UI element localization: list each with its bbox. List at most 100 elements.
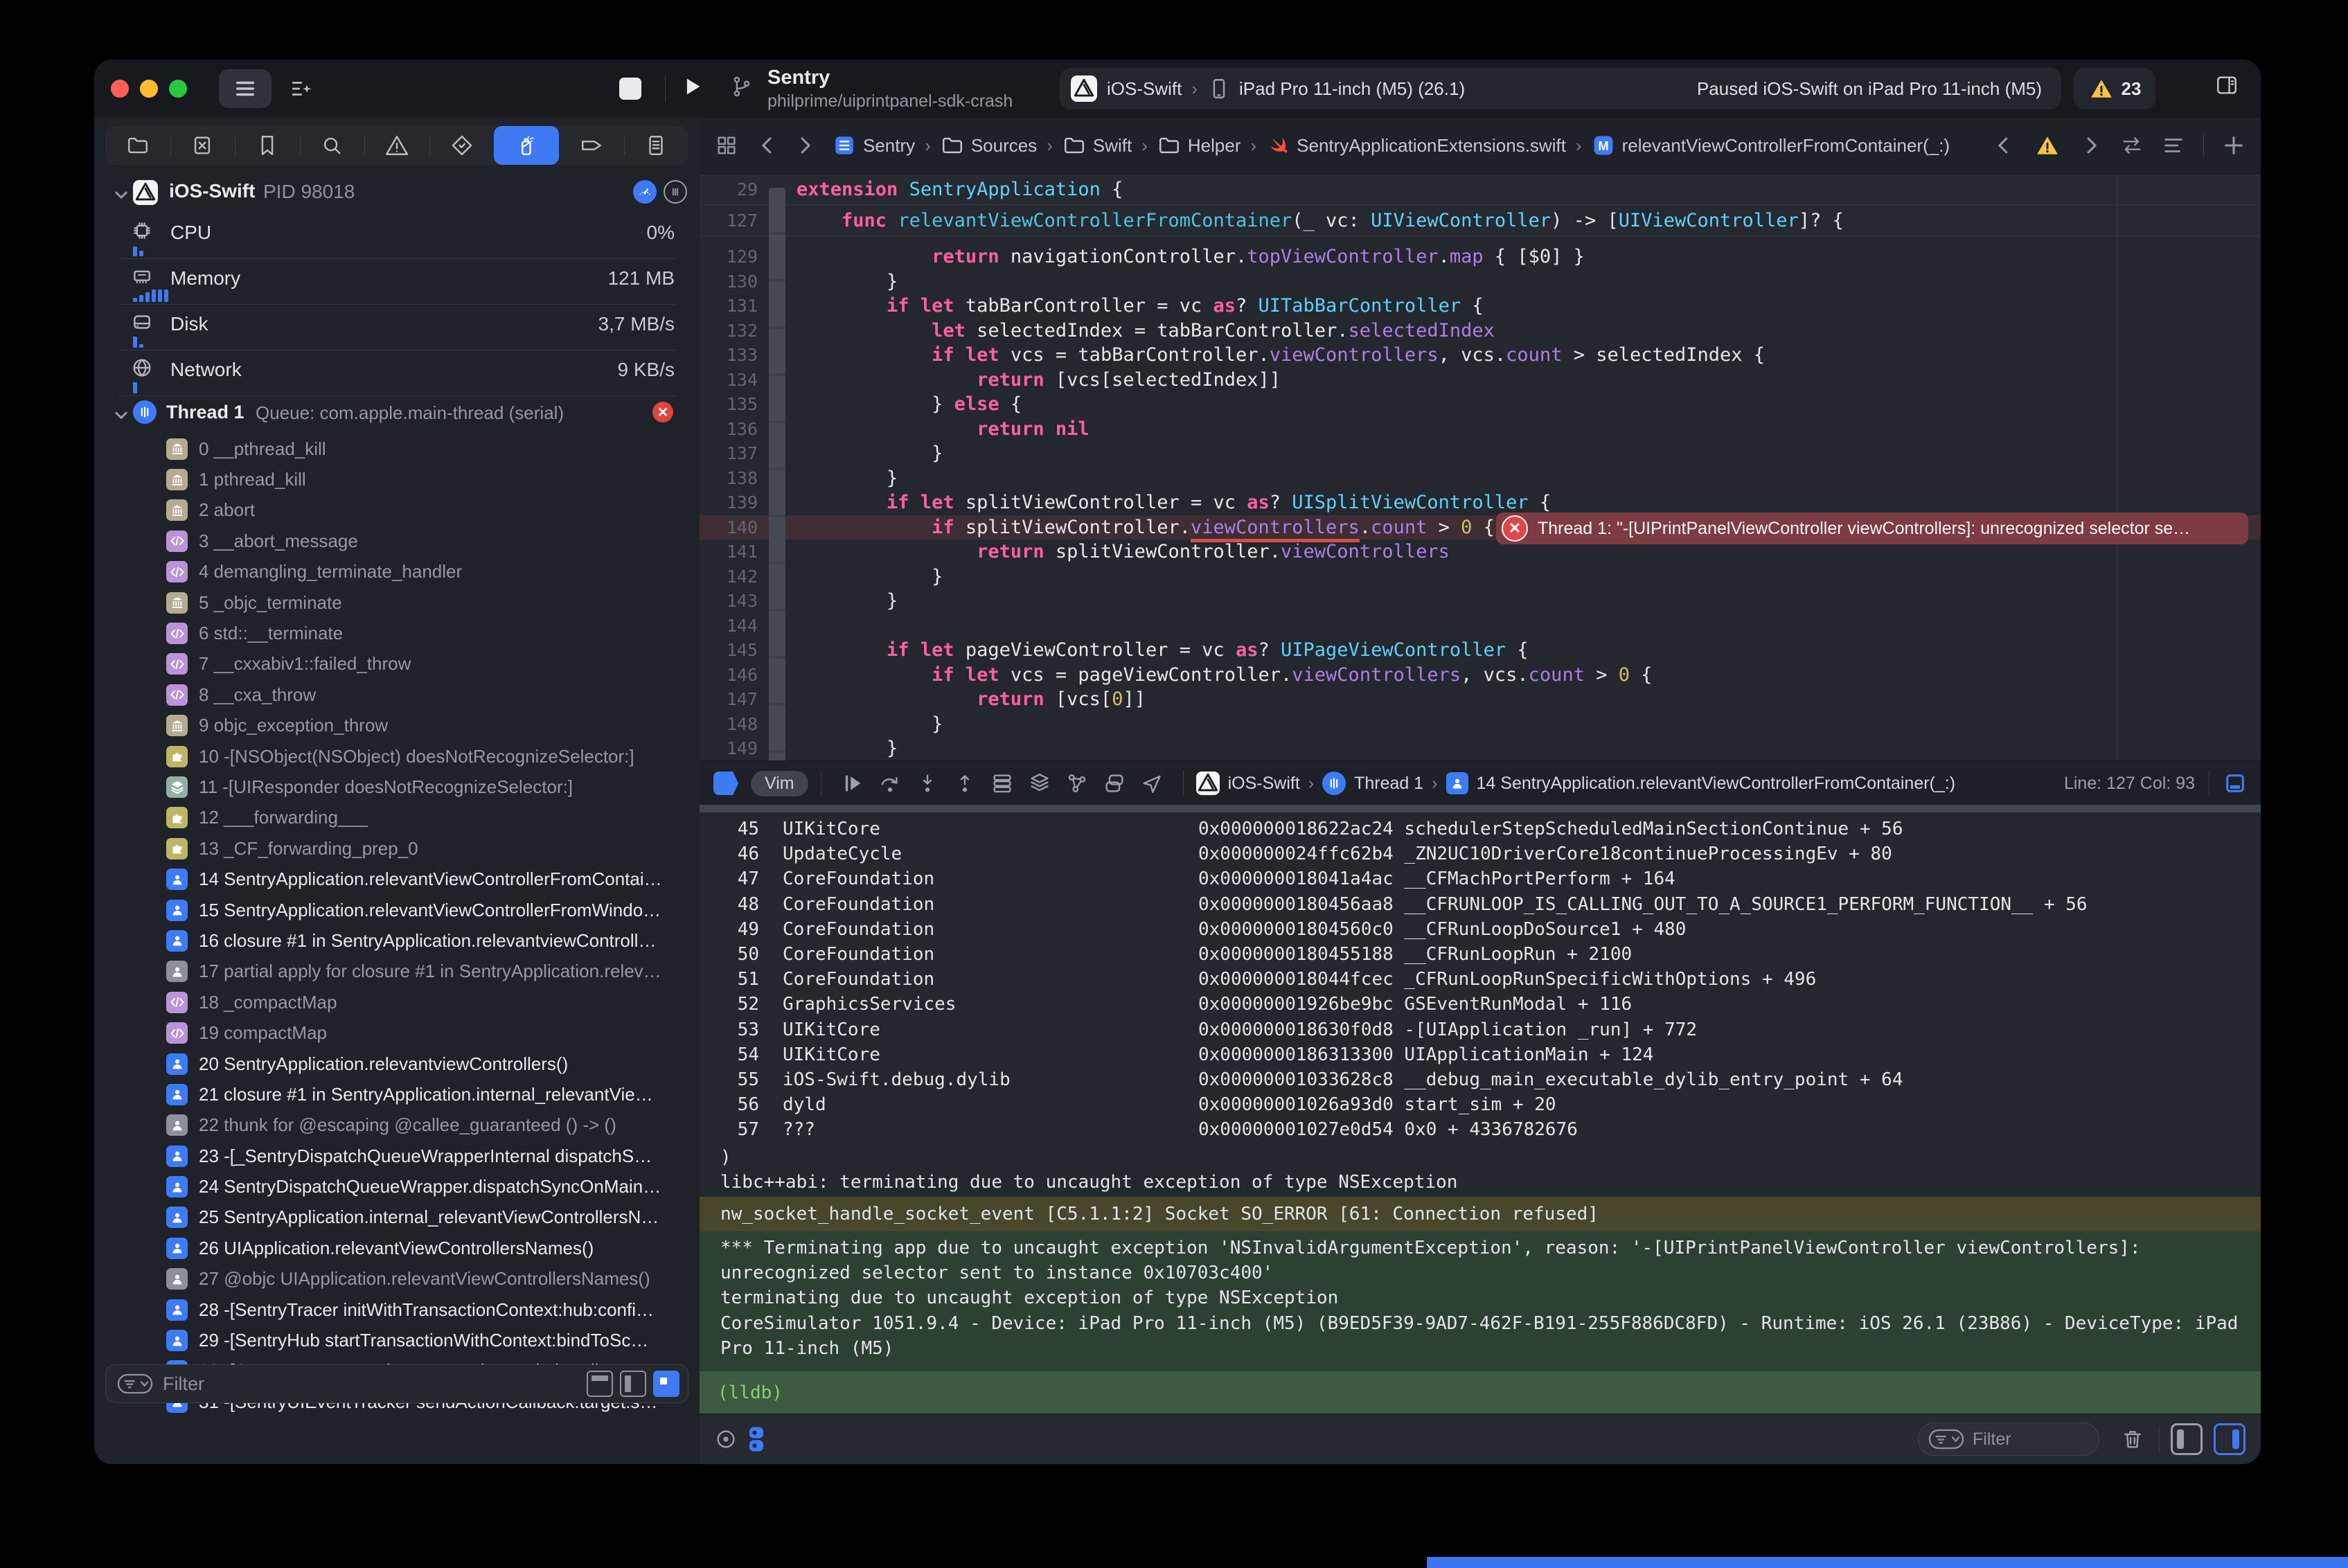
disclosure-chevron-icon[interactable] [109,183,133,206]
ai-assistant-button[interactable] [285,73,319,104]
forward-icon[interactable] [792,134,816,157]
stack-frame-row[interactable]: 28 -[SentryTracer initWithTransactionCon… [94,1294,700,1325]
gauge-row-memory[interactable]: Memory121 MB [94,259,700,305]
debug-area-toggle-icon[interactable] [2223,772,2247,795]
continue-icon[interactable] [837,768,868,799]
code-line[interactable]: 127 func relevantViewControllerFromConta… [700,205,2261,236]
stack-frame-row[interactable]: 16 closure #1 in SentryApplication.relev… [94,925,700,956]
gauge-view-icon[interactable] [633,180,657,204]
stack-frame-row[interactable]: 8 __cxa_throw [94,679,700,710]
stack-frame-row[interactable]: 22 thunk for @escaping @callee_guarantee… [94,1110,700,1141]
simulate-location-icon[interactable] [1137,768,1167,799]
stack-frame-row[interactable]: 13 _CF_forwarding_prep_0 [94,833,700,864]
stack-frame-row[interactable]: 27 @objc UIApplication.relevantViewContr… [94,1264,700,1294]
navigator-toggle-button[interactable] [219,69,272,108]
stack-frame-row[interactable]: 18 _compactMap [94,987,700,1017]
back-icon[interactable] [756,134,780,157]
stack-frame-row[interactable]: 26 UIApplication.relevantViewControllers… [94,1233,700,1263]
debug-console[interactable]: 45UIKitCore0x000000018622ac24 schedulerS… [700,805,2261,1414]
navigator-tab-reports[interactable] [624,126,689,165]
minimize-window-button[interactable] [140,80,158,98]
navigator-tab-files[interactable] [105,126,170,165]
stack-frame-row[interactable]: 23 -[_SentryDispatchQueueWrapperInternal… [94,1141,700,1171]
network-report-icon[interactable] [1062,768,1092,799]
warnings-badge[interactable]: 23 [2074,68,2155,109]
step-over-icon[interactable] [875,768,905,799]
stack-frame-row[interactable]: 19 compactMap [94,1017,700,1048]
stack-frame-row[interactable]: 24 SentryDispatchQueueWrapper.dispatchSy… [94,1171,700,1202]
code-line[interactable]: 139 if let splitViewController = vc as? … [700,490,2261,515]
stack-frame-row[interactable]: 25 SentryApplication.internal_relevantVi… [94,1202,700,1233]
stack-frame-row[interactable]: 9 objc_exception_throw [94,711,700,741]
debug-crumb-scheme[interactable]: iOS-Swift [1228,774,1300,794]
lldb-prompt-row[interactable]: (lldb) [700,1371,2261,1414]
scheme-selector[interactable]: iOS-Swift › iPad Pro 11-inch (M5) (26.1)… [1060,68,2061,109]
navigator-tab-debug[interactable] [494,126,559,165]
stack-frame-row[interactable]: 2 abort [94,495,700,526]
breadcrumb-item[interactable]: MrelevantViewControllerFromContainer(_:) [1592,134,1950,157]
stack-frame-row[interactable]: 29 -[SentryHub startTransactionWithConte… [94,1325,700,1355]
code-line[interactable]: 148 } [700,712,2261,737]
breadcrumb-item[interactable]: Sources› [941,134,1062,157]
stack-frame-row[interactable]: 4 demangling_terminate_handler [94,557,700,587]
code-line[interactable]: 143 } [700,589,2261,614]
console-pane-icon[interactable] [2214,1423,2245,1455]
vim-mode-badge[interactable]: Vim [751,771,808,796]
step-out-icon[interactable] [950,768,980,799]
code-line[interactable]: 137 } [700,441,2261,466]
debug-crumb-frame[interactable]: 14 SentryApplication.relevantViewControl… [1477,774,1956,794]
code-line[interactable]: 133 if let vcs = tabBarController.viewCo… [700,343,2261,368]
zoom-window-button[interactable] [169,80,187,98]
debug-breadcrumb[interactable]: iOS-Swift › Thread 1 › 14 SentryApplicat… [1196,772,1955,795]
code-line[interactable]: 129 return navigationController.topViewC… [700,244,2261,269]
quicklook-icon[interactable] [711,1424,741,1454]
stack-frame-row[interactable]: 6 std::__terminate [94,618,700,648]
process-row[interactable]: iOS-Swift PID 98018 [94,177,700,209]
environment-overrides-icon[interactable] [1099,768,1130,799]
stop-button[interactable] [619,78,641,100]
code-line[interactable]: 149 } [700,736,2261,760]
breadcrumb-item[interactable]: Swift› [1062,134,1157,157]
gauge-row-network[interactable]: Network9 KB/s [94,350,700,396]
navigator-tab-issues[interactable] [364,126,429,165]
run-button[interactable] [680,75,708,103]
breadcrumb-item[interactable]: Helper› [1157,134,1266,157]
stack-frame-row[interactable]: 7 __cxxabiv1::failed_throw [94,649,700,679]
code-line[interactable]: 135 } else { [700,392,2261,417]
navigator-filter-field[interactable]: Filter [105,1364,688,1403]
stack-frame-row[interactable]: 11 -[UIResponder doesNotRecognizeSelecto… [94,772,700,802]
stack-frame-row[interactable]: 5 _objc_terminate [94,587,700,618]
navigator-tab-breakpoints[interactable] [559,126,624,165]
stack-frame-row[interactable]: 1 pthread_kill [94,464,700,495]
breakpoints-toggle-icon[interactable] [713,772,738,795]
prev-issue-icon[interactable] [1993,134,2016,157]
stack-frame-row[interactable]: 21 closure #1 in SentryApplication.inter… [94,1079,700,1110]
breadcrumb-item[interactable]: Sentry› [833,134,941,157]
variables-pane-icon[interactable] [2171,1423,2203,1455]
frames-full-icon[interactable] [653,1371,679,1397]
run-destination[interactable]: iPad Pro 11-inch (M5) (26.1) [1239,78,1465,100]
code-line[interactable]: 131 if let tabBarController = vc as? UIT… [700,294,2261,319]
scheme-name[interactable]: iOS-Swift [1107,78,1182,100]
frames-medium-icon[interactable] [620,1371,646,1397]
next-issue-icon[interactable] [2079,134,2102,157]
stack-frame-row[interactable]: 3 __abort_message [94,526,700,556]
console-filter-field[interactable]: Filter [1918,1423,2099,1456]
navigator-tab-search[interactable] [300,126,365,165]
step-into-icon[interactable] [912,768,943,799]
inspector-toggle-button[interactable] [2215,73,2245,104]
stack-frame-row[interactable]: 17 partial apply for closure #1 in Sentr… [94,956,700,987]
threads-view-icon[interactable] [664,180,687,204]
code-line[interactable]: 138 } [700,466,2261,491]
thread-row[interactable]: Thread 1 Queue: com.apple.main-thread (s… [94,398,700,429]
stack-frame-row[interactable]: 15 SentryApplication.relevantViewControl… [94,895,700,925]
navigator-tab-bookmarks[interactable] [235,126,300,165]
gauge-row-cpu[interactable]: CPU0% [94,213,700,259]
breadcrumb-item[interactable]: SentryApplicationExtensions.swift› [1266,134,1591,157]
runtime-error-annotation[interactable]: ✕ Thread 1: "-[UIPrintPanelViewControlle… [1496,513,2248,544]
code-line[interactable]: 132 let selectedIndex = tabBarController… [700,319,2261,344]
frames-compact-icon[interactable] [587,1371,613,1397]
memory-graph-icon[interactable] [1024,768,1055,799]
debug-crumb-thread[interactable]: Thread 1 [1354,774,1423,794]
navigator-tab-tests[interactable] [429,126,495,165]
